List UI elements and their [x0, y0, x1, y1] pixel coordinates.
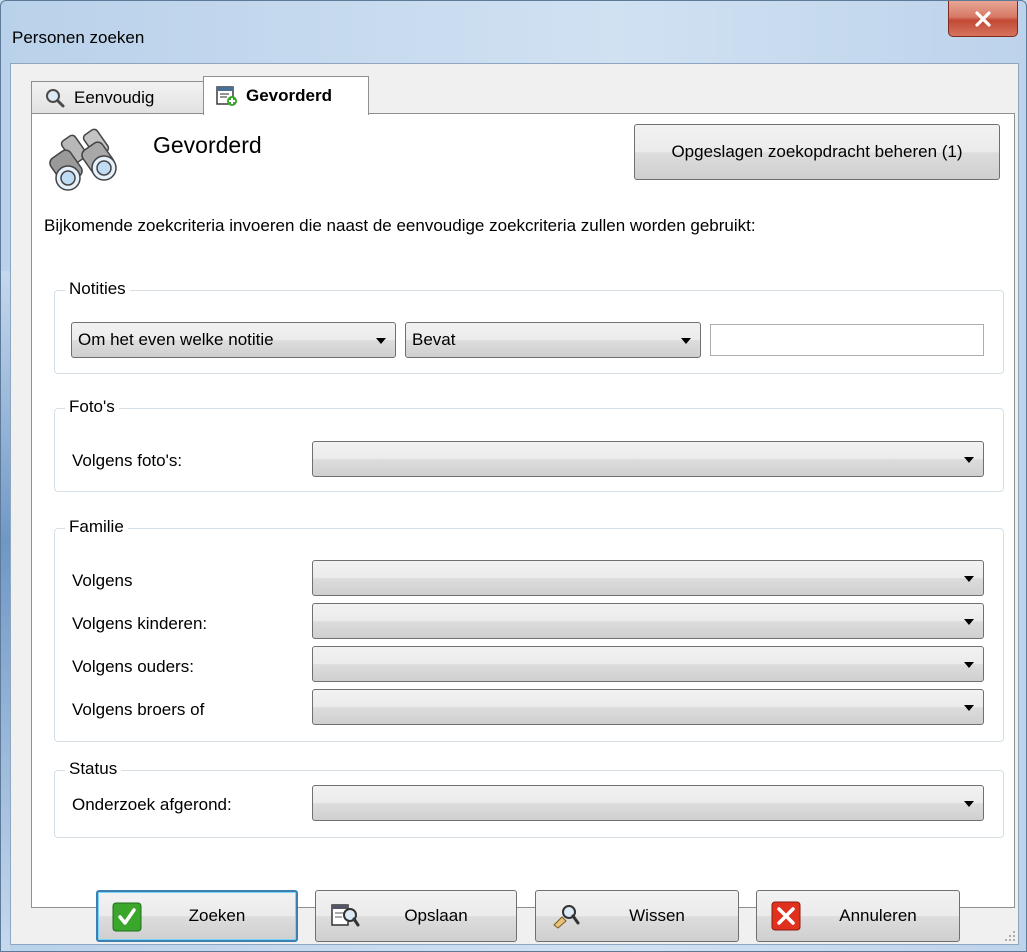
- status-group: Status Onderzoek afgerond:: [54, 759, 1004, 838]
- note-text-input[interactable]: [710, 324, 984, 356]
- children-select[interactable]: [312, 603, 984, 639]
- research-complete-label: Onderzoek afgerond:: [72, 795, 232, 814]
- search-button-label: Zoeken: [188, 906, 246, 925]
- chevron-down-icon: [964, 801, 974, 807]
- manage-saved-searches-button[interactable]: Opgeslagen zoekopdracht beheren (1): [634, 124, 1000, 180]
- binoculars-icon: [49, 128, 117, 191]
- chevron-down-icon: [376, 338, 386, 344]
- tab-advanced[interactable]: Gevorderd: [203, 76, 369, 115]
- family-select[interactable]: [312, 560, 984, 596]
- chevron-down-icon: [964, 662, 974, 668]
- chevron-down-icon: [964, 705, 974, 711]
- search-persons-window: Personen zoeken Eenvoudig Gevorderd Gevo…: [0, 0, 1027, 952]
- tab-advanced-label: Gevorderd: [246, 86, 332, 105]
- photos-group: Foto's Volgens foto's:: [54, 397, 1004, 492]
- chevron-down-icon: [964, 619, 974, 625]
- panel-title: Gevorderd: [153, 132, 262, 158]
- window-edge: [1, 271, 10, 951]
- panel-description: Bijkomende zoekcriteria invoeren die naa…: [44, 216, 756, 235]
- photos-label: Volgens foto's:: [72, 451, 183, 470]
- save-button-label: Opslaan: [404, 906, 468, 925]
- resize-grip-icon[interactable]: [1004, 930, 1016, 942]
- family-group: Familie Volgens Volgens kinderen: Volgen…: [54, 517, 1004, 742]
- note-type-select[interactable]: Om het even welke notitie: [71, 322, 396, 358]
- title-bar[interactable]: Personen zoeken: [1, 1, 1026, 63]
- siblings-select[interactable]: [312, 689, 984, 725]
- button-bar: Zoeken Opslaan Wissen Annuleren: [11, 890, 1018, 946]
- save-button[interactable]: Opslaan: [315, 890, 517, 942]
- dialog-client-area: Eenvoudig Gevorderd Gevorderd Opgeslagen…: [10, 63, 1019, 945]
- status-legend: Status: [65, 759, 122, 779]
- siblings-label: Volgens broers of: [72, 700, 205, 719]
- notes-legend: Notities: [65, 279, 130, 299]
- advanced-search-icon: [216, 86, 237, 106]
- photos-legend: Foto's: [65, 397, 119, 417]
- advanced-panel: Gevorderd Opgeslagen zoekopdracht behere…: [31, 113, 1015, 908]
- search-button[interactable]: Zoeken: [96, 890, 298, 942]
- search-icon: [46, 88, 65, 107]
- clear-button[interactable]: Wissen: [535, 890, 739, 942]
- close-icon: [975, 10, 991, 27]
- cancel-button[interactable]: Annuleren: [756, 890, 960, 942]
- chevron-down-icon: [964, 457, 974, 463]
- close-button[interactable]: [948, 1, 1018, 37]
- window-title: Personen zoeken: [12, 28, 145, 47]
- note-operator-value: Bevat: [412, 330, 456, 349]
- family-legend: Familie: [65, 517, 128, 537]
- note-type-value: Om het even welke notitie: [78, 330, 274, 349]
- clear-button-label: Wissen: [629, 906, 685, 925]
- notes-group: Notities Om het even welke notitie Bevat: [54, 279, 1004, 374]
- parents-label: Volgens ouders:: [72, 657, 194, 676]
- chevron-down-icon: [681, 338, 691, 344]
- tab-simple-label: Eenvoudig: [74, 87, 155, 107]
- cancel-button-label: Annuleren: [839, 906, 917, 925]
- children-label: Volgens kinderen:: [72, 614, 208, 633]
- note-operator-select[interactable]: Bevat: [405, 322, 701, 358]
- photos-select[interactable]: [312, 441, 984, 477]
- family-row-label: Volgens: [72, 571, 133, 590]
- tab-simple[interactable]: Eenvoudig: [31, 81, 205, 113]
- research-complete-select[interactable]: [312, 785, 984, 821]
- parents-select[interactable]: [312, 646, 984, 682]
- chevron-down-icon: [964, 576, 974, 582]
